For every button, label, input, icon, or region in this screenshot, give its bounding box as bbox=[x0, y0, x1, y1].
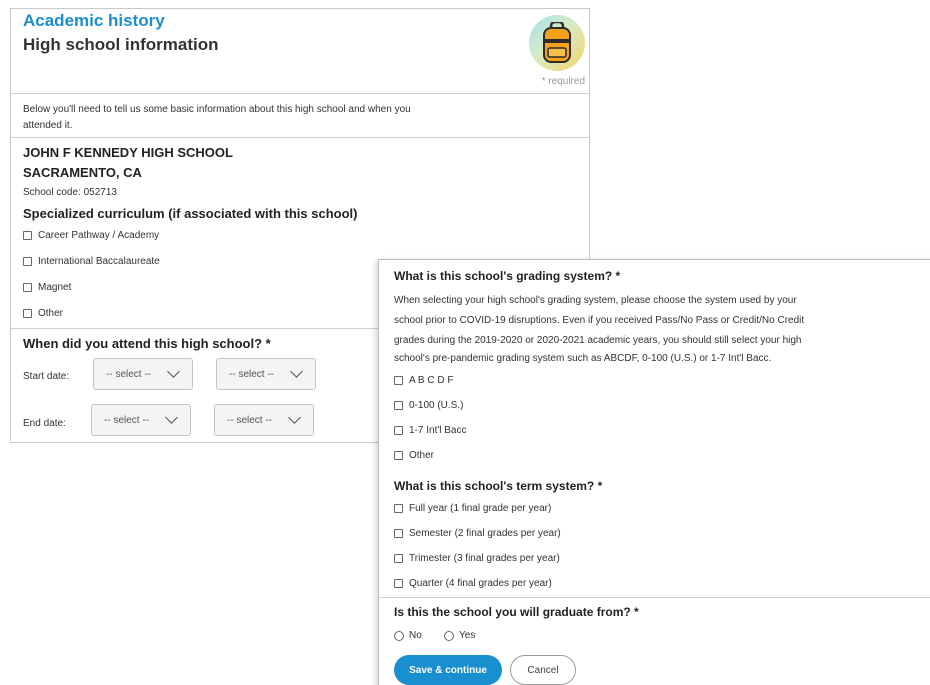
checkbox[interactable] bbox=[23, 257, 32, 266]
radio-label: Yes bbox=[459, 630, 476, 641]
checkbox-label: Other bbox=[409, 450, 435, 461]
select-value: -- select -- bbox=[106, 368, 151, 380]
school-location: SACRAMENTO, CA bbox=[23, 165, 142, 180]
checkbox[interactable] bbox=[394, 554, 403, 563]
checkbox-term-semester[interactable]: Semester (2 final grades per year) bbox=[394, 528, 561, 539]
checkbox-other-curriculum[interactable]: Other bbox=[23, 308, 63, 319]
checkbox[interactable] bbox=[394, 401, 403, 410]
checkbox-grading-ib[interactable]: 1-7 Int'l Bacc bbox=[394, 425, 467, 436]
end-date-label: End date: bbox=[23, 418, 66, 429]
checkbox-label: Magnet bbox=[38, 282, 72, 293]
grading-heading: What is this school's grading system? * bbox=[394, 269, 621, 283]
radio-button[interactable] bbox=[394, 630, 404, 641]
checkbox[interactable] bbox=[394, 376, 403, 385]
start-year-select[interactable]: -- select -- bbox=[216, 358, 316, 390]
school-code: School code: 052713 bbox=[23, 187, 117, 198]
checkbox[interactable] bbox=[394, 579, 403, 588]
page-title: Academic history bbox=[23, 11, 165, 30]
chevron-down-icon bbox=[167, 365, 180, 378]
checkbox[interactable] bbox=[394, 504, 403, 513]
end-year-select[interactable]: -- select -- bbox=[214, 404, 314, 436]
term-heading: What is this school's term system? * bbox=[394, 479, 603, 493]
checkbox-label: A B C D F bbox=[409, 375, 454, 386]
checkbox-label: Trimester (3 final grades per year) bbox=[409, 553, 560, 564]
grading-text-4: school's pre-pandemic grading system suc… bbox=[394, 353, 772, 364]
checkbox-label: Career Pathway / Academy bbox=[38, 230, 160, 241]
chevron-down-icon bbox=[288, 411, 301, 424]
intro-text-2: attended it. bbox=[23, 120, 73, 131]
chevron-down-icon bbox=[165, 411, 178, 424]
intro-text-1: Below you'll need to tell us some basic … bbox=[23, 104, 411, 115]
divider bbox=[11, 137, 589, 138]
graduate-heading: Is this the school you will graduate fro… bbox=[394, 605, 639, 619]
start-date-label: Start date: bbox=[23, 371, 70, 382]
checkbox-term-trimester[interactable]: Trimester (3 final grades per year) bbox=[394, 553, 560, 564]
checkbox-label: Full year (1 final grade per year) bbox=[409, 503, 552, 514]
school-name: JOHN F KENNEDY HIGH SCHOOL bbox=[23, 145, 233, 160]
checkbox-international-baccalaureate[interactable]: International Baccalaureate bbox=[23, 256, 160, 267]
checkbox-label: Other bbox=[38, 308, 64, 319]
checkbox-grading-0-100[interactable]: 0-100 (U.S.) bbox=[394, 400, 463, 411]
divider bbox=[11, 93, 589, 94]
select-value: -- select -- bbox=[227, 414, 272, 426]
radio-label: No bbox=[409, 630, 422, 641]
select-value: -- select -- bbox=[104, 414, 149, 426]
grading-text-1: When selecting your high school's gradin… bbox=[394, 295, 797, 306]
radio-graduate-no[interactable]: No bbox=[394, 630, 422, 641]
chevron-down-icon bbox=[290, 365, 303, 378]
checkbox-term-full-year[interactable]: Full year (1 final grade per year) bbox=[394, 503, 551, 514]
checkbox[interactable] bbox=[23, 231, 32, 240]
checkbox-grading-other[interactable]: Other bbox=[394, 450, 434, 461]
checkbox[interactable] bbox=[394, 451, 403, 460]
checkbox[interactable] bbox=[394, 426, 403, 435]
checkbox-label: 1-7 Int'l Bacc bbox=[409, 425, 467, 436]
divider bbox=[379, 597, 930, 598]
backpack-icon bbox=[529, 15, 585, 71]
radio-button[interactable] bbox=[444, 630, 454, 641]
checkbox-magnet[interactable]: Magnet bbox=[23, 282, 71, 293]
attend-heading: When did you attend this high school? * bbox=[23, 336, 271, 351]
grading-text-3: grades during the 2019-2020 or 2020-2021… bbox=[394, 335, 802, 346]
checkbox-label: Quarter (4 final grades per year) bbox=[409, 578, 552, 589]
grading-term-panel: What is this school's grading system? * … bbox=[378, 259, 930, 685]
curriculum-heading: Specialized curriculum (if associated wi… bbox=[23, 206, 358, 221]
checkbox-label: International Baccalaureate bbox=[38, 256, 160, 267]
checkbox-grading-abcdf[interactable]: A B C D F bbox=[394, 375, 453, 386]
select-value: -- select -- bbox=[229, 368, 274, 380]
checkbox-label: Semester (2 final grades per year) bbox=[409, 528, 561, 539]
save-continue-button[interactable]: Save & continue bbox=[394, 655, 502, 685]
section-title: High school information bbox=[23, 35, 219, 54]
checkbox-term-quarter[interactable]: Quarter (4 final grades per year) bbox=[394, 578, 552, 589]
checkbox[interactable] bbox=[23, 283, 32, 292]
end-month-select[interactable]: -- select -- bbox=[91, 404, 191, 436]
checkbox[interactable] bbox=[394, 529, 403, 538]
start-month-select[interactable]: -- select -- bbox=[93, 358, 193, 390]
checkbox[interactable] bbox=[23, 309, 32, 318]
required-note: * required bbox=[541, 76, 585, 87]
checkbox-career-pathway[interactable]: Career Pathway / Academy bbox=[23, 230, 159, 241]
radio-graduate-yes[interactable]: Yes bbox=[444, 630, 475, 641]
checkbox-label: 0-100 (U.S.) bbox=[409, 400, 464, 411]
cancel-button[interactable]: Cancel bbox=[510, 655, 576, 685]
grading-text-2: school prior to COVID-19 disruptions. Ev… bbox=[394, 315, 805, 326]
